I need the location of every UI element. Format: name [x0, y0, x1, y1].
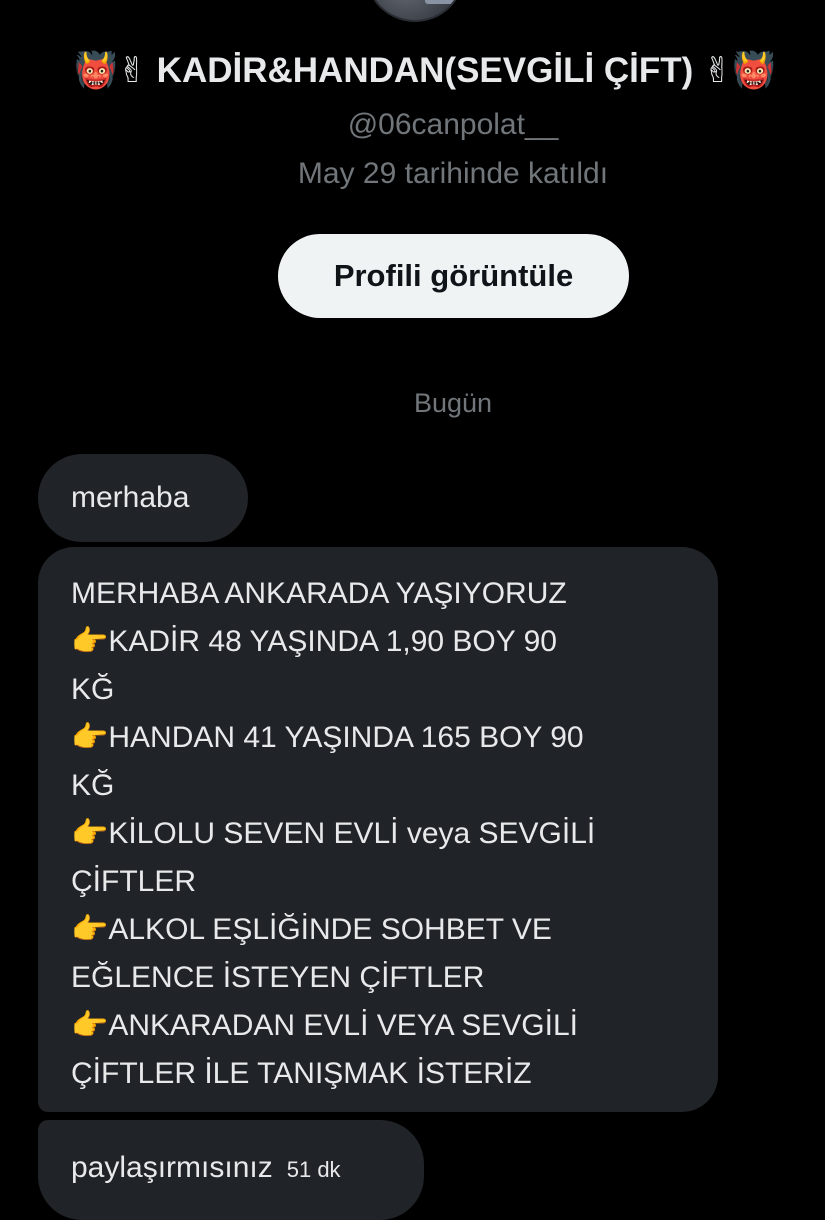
message-line: KĞ [71, 673, 115, 706]
view-profile-button[interactable]: Profili görüntüle [278, 234, 629, 318]
avatar-photo-detail [425, 0, 455, 4]
message-timestamp: 51 dk [286, 1157, 341, 1182]
profile-name: 👹✌ KADİR&HANDAN(SEVGİLİ ÇİFT) ✌👹 [0, 50, 825, 91]
message-bubble-received[interactable]: merhaba [38, 454, 248, 542]
message-text: paylaşırmısınız [71, 1151, 273, 1184]
devil-victory-emoji-left: 👹✌ [74, 51, 147, 91]
message-line: ÇİFTLER [71, 865, 197, 898]
pointing-hand-icon: 👉 [71, 720, 109, 755]
profile-handle: @06canpolat__ [347, 108, 559, 141]
profile-name-text: KADİR&HANDAN(SEVGİLİ ÇİFT) [156, 51, 694, 90]
profile-avatar[interactable] [365, 0, 465, 22]
pointing-hand-icon: 👉 [71, 816, 109, 851]
profile-joined-date: May 29 tarihinde katıldı [297, 157, 609, 190]
date-divider: Bugün [413, 388, 493, 418]
message-bubble-received[interactable]: paylaşırmısınız 51 dk [38, 1120, 424, 1220]
message-line: ÇİFTLER İLE TANIŞMAK İSTERİZ [71, 1057, 532, 1090]
message-line: 👉ALKOL EŞLİĞİNDE SOHBET VE [71, 912, 552, 947]
message-line: EĞLENCE İSTEYEN ÇİFTLER [71, 961, 485, 994]
message-line: MERHABA ANKARADA YAŞIYORUZ [71, 577, 567, 610]
message-bubble-received-long[interactable]: MERHABA ANKARADA YAŞIYORUZ 👉KADİR 48 YAŞ… [38, 547, 718, 1112]
message-line: KĞ [71, 769, 115, 802]
message-line: 👉KADİR 48 YAŞINDA 1,90 BOY 90 [71, 624, 557, 659]
message-line: 👉ANKARADAN EVLİ VEYA SEVGİLİ [71, 1008, 578, 1043]
pointing-hand-icon: 👉 [71, 624, 109, 659]
message-line: 👉HANDAN 41 YAŞINDA 165 BOY 90 [71, 720, 584, 755]
pointing-hand-icon: 👉 [71, 912, 109, 947]
devil-victory-emoji-right: ✌👹 [703, 51, 776, 91]
pointing-hand-icon: 👉 [71, 1008, 109, 1043]
message-line: 👉KİLOLU SEVEN EVLİ veya SEVGİLİ [71, 816, 596, 851]
